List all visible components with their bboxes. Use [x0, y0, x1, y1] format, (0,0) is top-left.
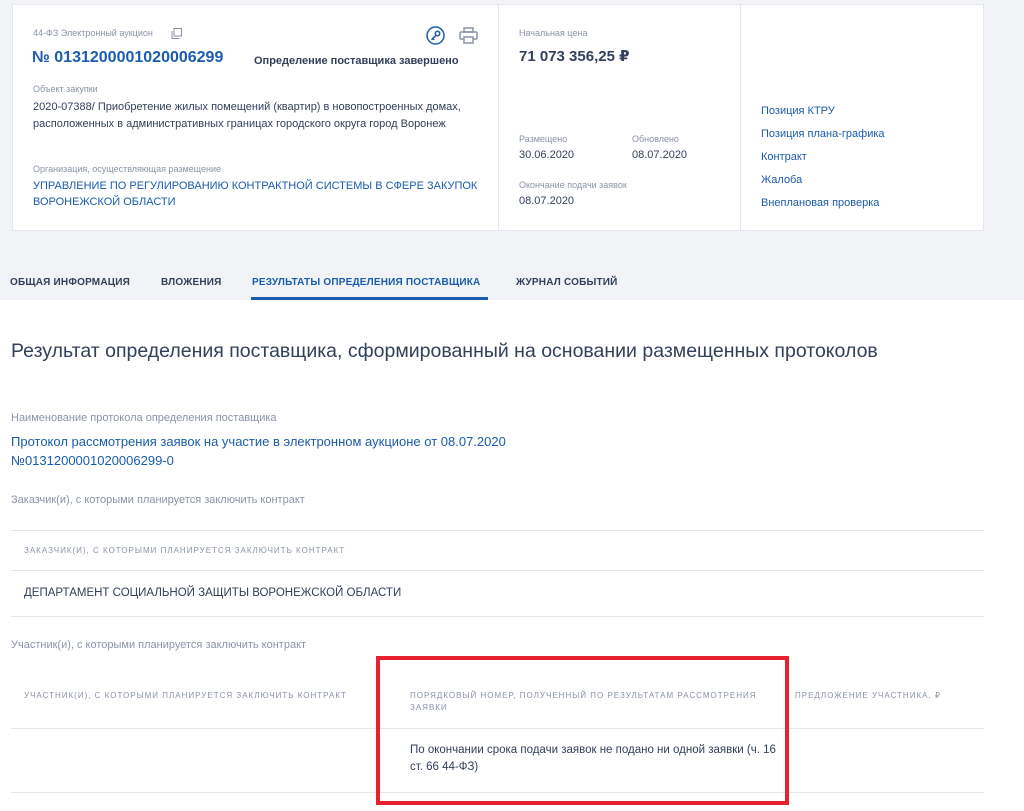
- protocol-label: Наименование протокола определения поста…: [11, 412, 277, 424]
- link-ktru-position[interactable]: Позиция КТРУ: [761, 100, 885, 123]
- table-divider: [11, 570, 984, 571]
- organization-link[interactable]: УПРАВЛЕНИЕ ПО РЕГУЛИРОВАНИЮ КОНТРАКТНОЙ …: [33, 178, 503, 210]
- protocol-link[interactable]: Протокол рассмотрения заявок на участие …: [11, 432, 611, 470]
- law-label: 44-ФЗ Электронный аукцион: [33, 28, 153, 38]
- copy-icon[interactable]: [171, 28, 182, 39]
- org-label: Организация, осуществляющая размещение: [33, 164, 221, 174]
- participants-header-offer: ПРЕДЛОЖЕНИЕ УЧАСТНИКА, ₽: [795, 691, 941, 700]
- updated-date: 08.07.2020: [632, 149, 688, 161]
- deadline-date: 08.07.2020: [519, 195, 575, 207]
- tab-attachments[interactable]: ВЛОЖЕНИЯ: [161, 277, 222, 288]
- side-links: Позиция КТРУ Позиция плана-графика Контр…: [761, 100, 885, 215]
- object-text: 2020-07388/ Приобретение жилых помещений…: [33, 101, 461, 130]
- participants-label: Участник(и), с которыми планируется закл…: [11, 639, 307, 651]
- updated-label: Обновлено: [632, 134, 679, 144]
- key-icon[interactable]: [426, 26, 445, 45]
- link-schedule-position[interactable]: Позиция плана-графика: [761, 123, 885, 146]
- link-unscheduled-inspection[interactable]: Внеплановая проверка: [761, 192, 885, 215]
- participants-header-participant: УЧАСТНИК(И), С КОТОРЫМИ ПЛАНИРУЕТСЯ ЗАКЛ…: [24, 691, 347, 700]
- table-divider: [11, 530, 984, 531]
- column-divider: [740, 5, 741, 231]
- link-contract[interactable]: Контракт: [761, 146, 885, 169]
- object-label: Объект закупки: [33, 84, 98, 94]
- tab-event-log[interactable]: ЖУРНАЛ СОБЫТИЙ: [516, 277, 618, 288]
- tab-supplier-results[interactable]: РЕЗУЛЬТАТЫ ОПРЕДЕЛЕНИЯ ПОСТАВЩИКА: [252, 277, 480, 288]
- purchase-card: 44-ФЗ Электронный аукцион № 013120000102…: [12, 4, 984, 231]
- page-title: Результат определения поставщика, сформи…: [11, 340, 878, 362]
- highlight-frame: [376, 656, 789, 805]
- posted-date: 30.06.2020: [519, 149, 575, 161]
- table-divider: [11, 616, 984, 617]
- tab-general-info[interactable]: ОБЩАЯ ИНФОРМАЦИЯ: [10, 277, 130, 288]
- printer-icon[interactable]: [459, 27, 478, 44]
- registry-number-link[interactable]: № 0131200001020006299: [32, 49, 223, 67]
- deadline-label: Окончание подачи заявок: [519, 180, 627, 190]
- status-text: Определение поставщика завершено: [254, 55, 459, 67]
- price-label: Начальная цена: [519, 28, 588, 38]
- active-tab-indicator: [251, 297, 488, 300]
- customers-label: Заказчик(и), с которыми планируется закл…: [11, 494, 305, 506]
- link-complaint[interactable]: Жалоба: [761, 169, 885, 192]
- initial-price: 71 073 356,25 ₽: [519, 48, 630, 65]
- tab-bar: ОБЩАЯ ИНФОРМАЦИЯ ВЛОЖЕНИЯ РЕЗУЛЬТАТЫ ОПР…: [0, 270, 1024, 300]
- customer-row: ДЕПАРТАМЕНТ СОЦИАЛЬНОЙ ЗАЩИТЫ ВОРОНЕЖСКО…: [24, 587, 402, 599]
- posted-label: Размещено: [519, 134, 568, 144]
- customers-table-header: ЗАКАЗЧИК(И), С КОТОРЫМИ ПЛАНИРУЕТСЯ ЗАКЛ…: [24, 546, 346, 555]
